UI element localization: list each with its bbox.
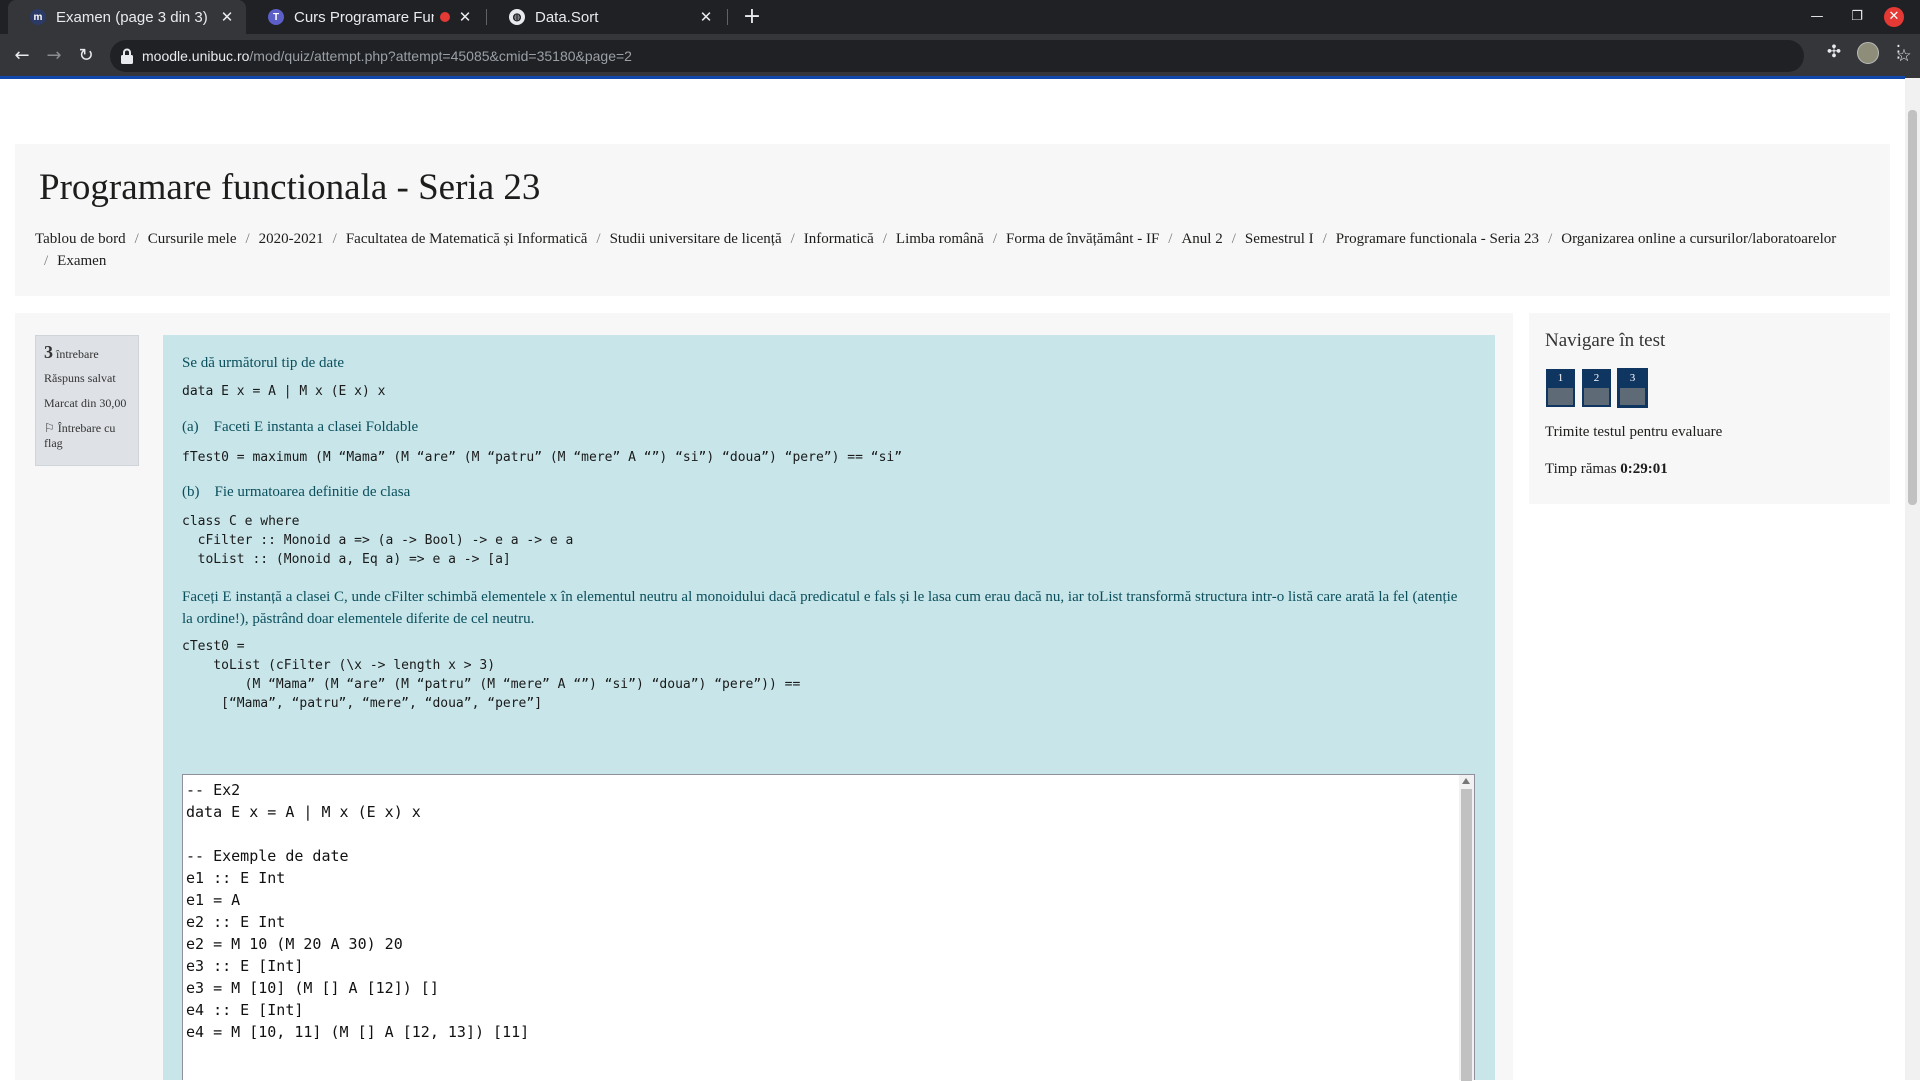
forward-icon[interactable]: → — [38, 40, 70, 72]
breadcrumb-separator: / — [1322, 231, 1327, 247]
breadcrumb-item[interactable]: Cursurile mele — [148, 231, 237, 247]
question-intro: Se dă următorul tip de date — [182, 355, 345, 371]
tab-title: Examen (page 3 din 3) — [56, 8, 208, 26]
tab-title: Curs Programare Func — [294, 8, 434, 26]
restore-icon[interactable]: ❐ — [1840, 0, 1874, 34]
breadcrumb-item[interactable]: Forma de învățământ - IF — [1006, 231, 1159, 247]
answer-scrollbar[interactable] — [1459, 775, 1474, 1081]
breadcrumb-separator: / — [1168, 231, 1173, 247]
teams-favicon: T — [268, 9, 284, 25]
browser-menu-icon[interactable]: ⋮ — [1890, 40, 1907, 64]
answer-text: -- Ex2 data E x = A | M x (E x) x -- Exe… — [186, 781, 530, 1041]
window-close-icon[interactable]: ✕ — [1884, 7, 1904, 27]
question-part-a: (a) Faceti E instanta a clasei Foldable — [182, 419, 419, 435]
globe-icon: ◍ — [509, 9, 525, 25]
code-class-c: class C e where cFilter :: Monoid a => (… — [182, 514, 574, 567]
breadcrumb-separator: / — [790, 231, 795, 247]
tab-data-sort[interactable]: ◍ Data.Sort ✕ — [487, 0, 725, 34]
tab-curs[interactable]: T Curs Programare Func ✕ — [246, 0, 484, 34]
question-info-box: 3 întrebare Răspuns salvat Marcat din 30… — [35, 335, 139, 466]
scroll-up-arrow-icon[interactable] — [1462, 778, 1470, 784]
question-part-b: (b) Fie urmatoarea definitie de clasa — [182, 484, 411, 500]
breadcrumb: Tablou de bord / Cursurile mele / 2020-2021 /… — [35, 228, 1875, 272]
back-icon[interactable]: ← — [6, 40, 38, 72]
breadcrumb-separator: / — [882, 231, 887, 247]
breadcrumb-item[interactable]: Semestrul I — [1245, 231, 1314, 247]
extensions-icon[interactable]: ✣ — [1822, 40, 1846, 64]
tab-separator — [727, 9, 728, 25]
breadcrumb-separator: / — [245, 231, 250, 247]
tab-examen[interactable]: m Examen (page 3 din 3) ✕ — [8, 0, 246, 34]
close-tab-icon[interactable]: ✕ — [218, 8, 236, 26]
submit-test-link[interactable]: Trimite testul pentru evaluare — [1545, 424, 1722, 441]
breadcrumb-item[interactable]: 2020-2021 — [259, 231, 324, 247]
question-paragraph: Faceți E instanță a clasei C, unde cFilt… — [182, 589, 1458, 627]
breadcrumb-separator: / — [992, 231, 997, 247]
profile-avatar[interactable] — [1857, 42, 1879, 64]
quiz-nav-button-2[interactable]: 2 — [1582, 369, 1611, 407]
breadcrumb-item-current[interactable]: Examen — [57, 253, 106, 269]
reload-icon[interactable]: ↻ — [70, 40, 102, 72]
quiz-nav-button-1[interactable]: 1 — [1546, 369, 1575, 407]
timer-value: 0:29:01 — [1620, 461, 1668, 477]
breadcrumb-separator: / — [1548, 231, 1553, 247]
lock-icon — [121, 48, 133, 64]
quiz-nav-button-3[interactable]: 3 — [1617, 368, 1648, 408]
quiz-navigation-title: Navigare în test — [1545, 330, 1666, 351]
browser-toolbar: ← → ↻ moodle.unibuc.ro/mod/quiz/attempt.… — [0, 34, 1920, 78]
new-tab-icon[interactable]: + — [738, 3, 766, 31]
recording-icon — [440, 12, 450, 22]
breadcrumb-separator: / — [596, 231, 601, 247]
breadcrumb-item[interactable]: Programare functionala - Seria 23 — [1336, 231, 1539, 247]
close-tab-icon[interactable]: ✕ — [456, 8, 474, 26]
time-remaining: Timp rămas 0:29:01 — [1545, 461, 1668, 477]
breadcrumb-item[interactable]: Limba română — [896, 231, 984, 247]
answer-textarea[interactable]: -- Ex2 data E x = A | M x (E x) x -- Exe… — [182, 774, 1475, 1081]
breadcrumb-item[interactable]: Facultatea de Matematică și Informatică — [346, 231, 588, 247]
breadcrumb-item[interactable]: Tablou de bord — [35, 231, 126, 247]
address-bar[interactable]: moodle.unibuc.ro/mod/quiz/attempt.php?at… — [110, 40, 1912, 72]
browser-tab-strip: m Examen (page 3 din 3) ✕ T Curs Program… — [0, 0, 1920, 34]
close-tab-icon[interactable]: ✕ — [697, 8, 715, 26]
url-text: moodle.unibuc.ro/mod/quiz/attempt.php?at… — [142, 48, 632, 64]
site-navbar-edge — [0, 76, 1905, 79]
question-status: Răspuns salvat — [44, 371, 116, 385]
minimize-icon[interactable]: — — [1800, 0, 1834, 34]
breadcrumb-item[interactable]: Organizarea online a cursurilor/laborato… — [1561, 231, 1836, 247]
breadcrumb-separator: / — [1231, 231, 1236, 247]
code-data-type: data E x = A | M x (E x) x — [182, 384, 386, 399]
code-ctest: cTest0 = toList (cFilter (\x -> length x… — [182, 639, 801, 711]
breadcrumb-separator: / — [134, 231, 139, 247]
page-title: Programare functionala - Seria 23 — [39, 167, 541, 208]
question-mark: Marcat din 30,00 — [44, 396, 127, 410]
answer-scrollbar-thumb[interactable] — [1461, 789, 1472, 1081]
breadcrumb-item[interactable]: Informatică — [804, 231, 874, 247]
breadcrumb-item[interactable]: Studii universitare de licență — [610, 231, 782, 247]
code-ftest: fTest0 = maximum (M “Mama” (M “are” (M “… — [182, 450, 903, 465]
question-number: 3 întrebare — [44, 342, 99, 362]
page-scrollbar-thumb[interactable] — [1908, 110, 1917, 505]
moodle-favicon: m — [30, 9, 46, 25]
tab-title: Data.Sort — [535, 8, 599, 26]
flag-question-link[interactable]: ⚐ Întrebare cu flag — [44, 421, 130, 451]
breadcrumb-separator: / — [332, 231, 337, 247]
flag-icon: ⚐ — [44, 421, 55, 435]
breadcrumb-item[interactable]: Anul 2 — [1181, 231, 1222, 247]
breadcrumb-separator: / — [44, 253, 49, 269]
